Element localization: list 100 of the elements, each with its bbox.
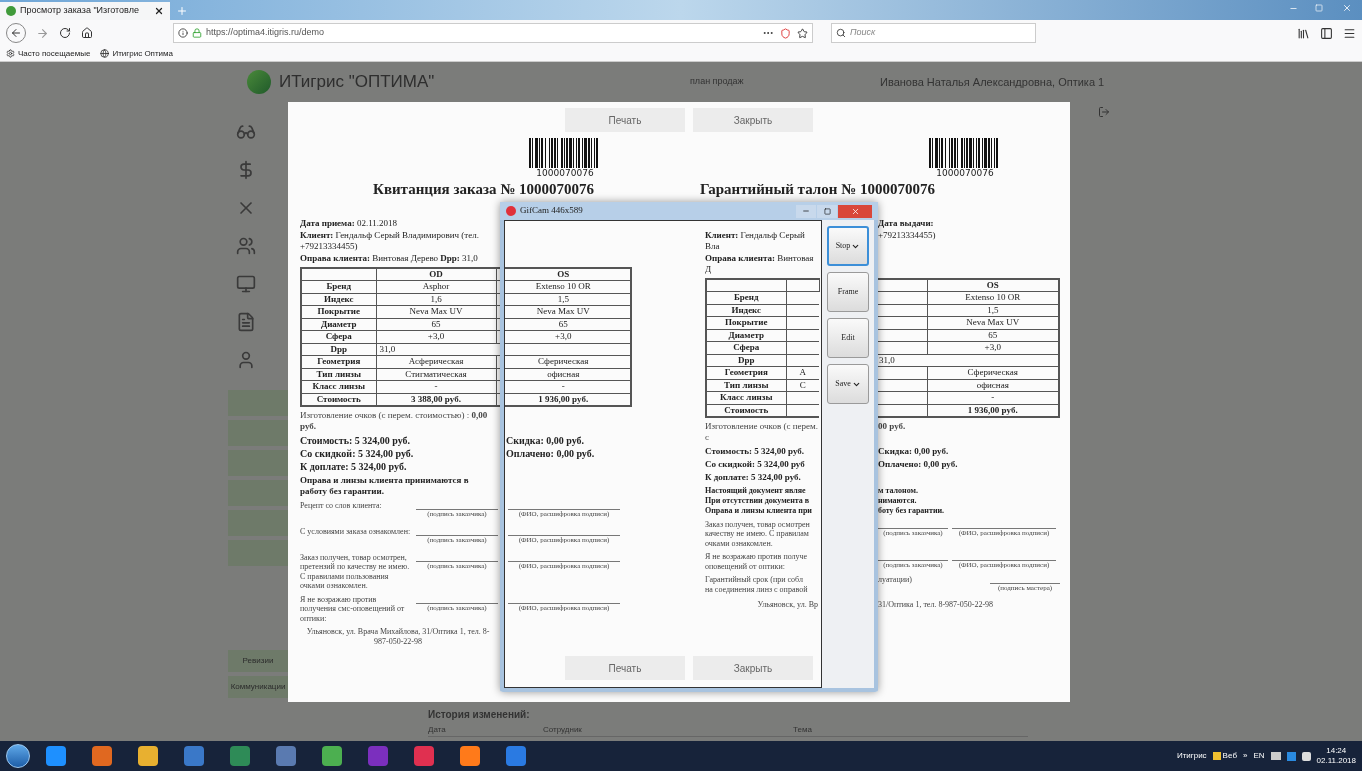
bookmark-link[interactable]: Часто посещаемые	[6, 47, 91, 60]
table-cell: Сфера	[301, 330, 376, 343]
table-cell: 65	[376, 318, 496, 331]
manufacturing-cost: Изготовление очков (с перем. с	[705, 420, 818, 443]
table-cell: Бренд	[301, 280, 376, 293]
print-button[interactable]: Печать	[565, 656, 685, 680]
close-icon	[1342, 3, 1352, 13]
person-icon[interactable]	[236, 350, 256, 370]
table-cell: -	[376, 380, 496, 393]
logo-text: ИТигрис "ОПТИМА"	[279, 71, 435, 94]
reload-icon[interactable]	[59, 27, 71, 39]
search-field[interactable]: Поиск	[831, 23, 1036, 43]
total-line: К доплате: 5 324,00 руб.	[705, 470, 802, 484]
menu-button-background	[228, 510, 288, 536]
recorder-button[interactable]: Stop	[827, 226, 869, 266]
table-cell: офисная	[496, 368, 631, 381]
table-cell: OS	[927, 279, 1059, 292]
table-cell: 65	[927, 329, 1059, 342]
menu-icon[interactable]	[1343, 26, 1356, 40]
people-icon[interactable]	[236, 236, 256, 256]
close-button[interactable]	[838, 204, 872, 218]
star-icon[interactable]	[797, 27, 808, 39]
table-header: OD	[376, 268, 496, 281]
lock-icon	[192, 28, 202, 38]
barcode-number: 1000070076	[936, 168, 994, 179]
table-cell: Геометрия	[706, 366, 786, 379]
warranty-title: Гарантийный талон № 1000070076	[700, 180, 935, 198]
document-icon[interactable]	[236, 312, 256, 332]
bookmark-link[interactable]: Итигрис Оптима	[100, 47, 173, 60]
gear-icon	[6, 49, 15, 58]
close-icon[interactable]	[154, 6, 164, 16]
user-name: Иванова Наталья Александровна, Оптика 1	[880, 74, 1105, 90]
logout-icon[interactable]	[1098, 106, 1110, 118]
recorder-button[interactable]: Edit	[827, 318, 869, 358]
recorder-button[interactable]: Save	[827, 364, 869, 404]
tray-label[interactable]: Итигрис	[1176, 750, 1207, 762]
monitor-icon[interactable]	[236, 274, 256, 294]
total-line: Стоимость: 5 324,00 руб.	[705, 444, 806, 458]
barcode-number: 1000070076	[536, 168, 594, 179]
table-cell: С	[786, 379, 819, 392]
forward-icon[interactable]	[36, 26, 49, 40]
barcode-drawing	[529, 138, 601, 168]
clock-time[interactable]: 14:24	[1326, 746, 1347, 756]
clock-date[interactable]: 02.11.2018	[1316, 756, 1356, 766]
table-cell: Покрытие	[301, 305, 376, 318]
recorder-logo-icon	[506, 206, 516, 216]
table-cell: А	[786, 366, 819, 379]
notice-text: боту без гарантии.	[878, 505, 946, 516]
warranty-field: +79213334455)	[878, 230, 1060, 241]
table-cell: Класс линзы	[706, 391, 786, 404]
table-cell: Neva Max UV	[376, 305, 496, 318]
column-header: Сотрудник	[543, 723, 583, 736]
start-orb-icon[interactable]	[6, 744, 30, 768]
table-cell: Neva Max UV	[496, 305, 631, 318]
notice-text: При отсутствии документа в	[705, 495, 811, 506]
shield-icon[interactable]	[780, 27, 791, 39]
receipt-field: Оправа клиента: Винтовая Дерево Dpp: 31,0	[300, 253, 496, 264]
print-button[interactable]: Печать	[565, 108, 685, 132]
back-arrow-icon	[10, 27, 22, 39]
library-icon[interactable]	[1297, 26, 1310, 40]
signature-label: Я не возражаю против получе оповещений от оптики:	[705, 552, 809, 571]
table-cell: Покрытие	[706, 316, 786, 329]
recorder-button[interactable]: Frame	[827, 272, 869, 312]
table-cell: 31,0	[376, 343, 631, 356]
tray-overflow[interactable]: »	[1242, 750, 1248, 762]
maximize-icon	[823, 207, 831, 215]
manufacturing-cost: Изготовление очков (с перем. стоимостью) : 0,00 руб.	[300, 409, 489, 432]
table-cell: Геометрия	[301, 355, 376, 368]
search-icon	[836, 28, 846, 38]
signature-label: Гарантийный срок (при собл на соединения линз с оправой	[705, 575, 809, 594]
signature-label: луатации)	[878, 575, 912, 585]
maximize-button[interactable]	[817, 204, 837, 218]
signature-label: С условиями заказа ознакомлен:	[300, 526, 412, 536]
table-header: OS	[496, 268, 631, 281]
sidebar-icon[interactable]	[1320, 26, 1333, 40]
table-cell: Диаметр	[301, 318, 376, 331]
info-icon[interactable]	[178, 28, 188, 38]
address-bar[interactable]: https://optima4.itigris.ru/demo	[173, 23, 813, 43]
table-cell: офисная	[927, 379, 1059, 392]
table-cell: Индекс	[301, 293, 376, 306]
table-cell: 65	[496, 318, 631, 331]
table-cell: Сфера	[706, 341, 786, 354]
minimize-icon	[802, 207, 810, 215]
close-dialog-button[interactable]: Закрыть	[693, 656, 813, 680]
language-indicator[interactable]: EN	[1253, 750, 1265, 762]
browser-tab[interactable]: Просмотр заказа "Изготовле	[0, 2, 170, 20]
home-icon[interactable]	[81, 27, 93, 39]
menu-button-background	[228, 390, 288, 416]
table-cell: Индекс	[706, 304, 786, 317]
table-cell: Dpp	[301, 343, 376, 356]
close-dialog-button[interactable]: Закрыть	[693, 108, 813, 132]
glasses-icon[interactable]	[236, 122, 256, 142]
tray-item[interactable]: Beб	[1212, 750, 1237, 762]
total-line: Оплачено: 0,00 руб.	[506, 446, 596, 460]
total-line: Скидка: 0,00 руб.	[506, 433, 586, 447]
table-cell: Extenso 10 OR	[927, 291, 1059, 304]
total-line: К доплате: 5 324,00 руб.	[300, 459, 408, 473]
column-header: Тема	[793, 723, 812, 736]
minimize-button[interactable]	[796, 204, 816, 218]
table-cell: 1,5	[927, 304, 1059, 317]
